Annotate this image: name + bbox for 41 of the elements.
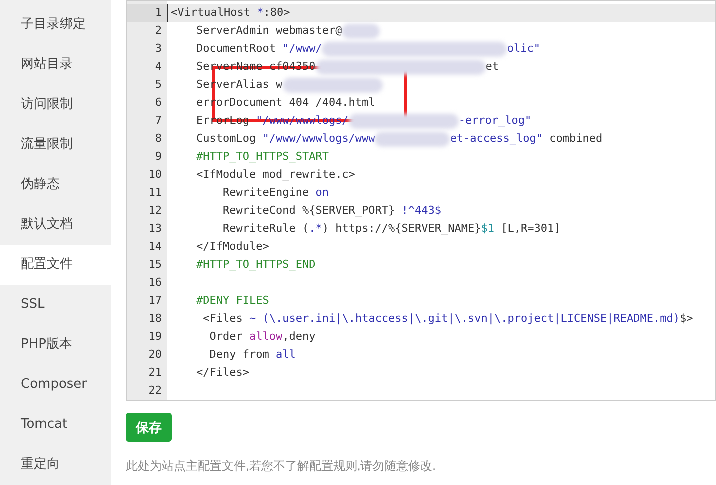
line-number: 17 xyxy=(148,293,163,309)
line-number: 4 xyxy=(154,59,163,75)
line-number: 8 xyxy=(154,131,163,147)
code-line: #HTTP_TO_HTTPS_END xyxy=(195,257,317,273)
line-number: 2 xyxy=(154,23,163,39)
config-note: 此处为站点主配置文件,若您不了解配置规则,请勿随意修改. xyxy=(126,458,438,475)
code-line: Deny from all xyxy=(208,347,297,363)
line-number: 15 xyxy=(148,257,163,273)
line-number: 10 xyxy=(148,167,163,183)
code-line: ServerAdmin webmaster@ xyxy=(167,22,715,40)
code-line: CustomLog "/www/wwwlogs/www et-access_log" combined xyxy=(195,130,604,148)
line-number: 22 xyxy=(148,383,163,399)
code-line: #DENY FILES xyxy=(195,293,270,309)
code-line: #HTTP_TO_HTTPS_START xyxy=(195,149,330,165)
code-line: <IfModule mod_rewrite.c> xyxy=(195,167,356,183)
line-number: 7 xyxy=(154,113,163,129)
line-number: 14 xyxy=(148,239,163,255)
code-editor[interactable] xyxy=(126,0,716,401)
code-line: <Files ~ (\.user.ini|\.htaccess|\.git|\.svn|\.project|LICENSE|README.md)$> xyxy=(202,311,694,327)
line-number: 5 xyxy=(154,77,163,93)
sidebar-item[interactable]: 配置文件 xyxy=(0,245,111,285)
line-number: 6 xyxy=(154,95,163,111)
code-line: Order allow,deny xyxy=(208,329,317,345)
code-line: RewriteEngine on xyxy=(222,185,330,201)
line-number: 1 xyxy=(127,4,167,22)
line-number: 19 xyxy=(148,329,163,345)
line-number: 3 xyxy=(154,41,163,57)
code-line: DocumentRoot "/www/ olic" xyxy=(195,40,542,58)
line-number: 12 xyxy=(148,203,163,219)
line-number: 20 xyxy=(148,347,163,363)
line-number: 13 xyxy=(148,221,163,237)
line-number: 9 xyxy=(154,149,163,165)
code-line: RewriteRule (.*) https://%{SERVER_NAME}$1 [L,R=301] xyxy=(222,221,562,237)
code-line: </IfModule> xyxy=(195,239,270,255)
line-number: 21 xyxy=(148,365,163,381)
line-number: 16 xyxy=(148,275,163,291)
line-number: 11 xyxy=(148,185,163,201)
code-line: </Files> xyxy=(195,365,250,381)
line-number: 18 xyxy=(148,311,163,327)
blurred-region xyxy=(342,24,380,38)
code-line: RewriteCond %{SERVER_PORT} !^443$ xyxy=(222,203,443,219)
